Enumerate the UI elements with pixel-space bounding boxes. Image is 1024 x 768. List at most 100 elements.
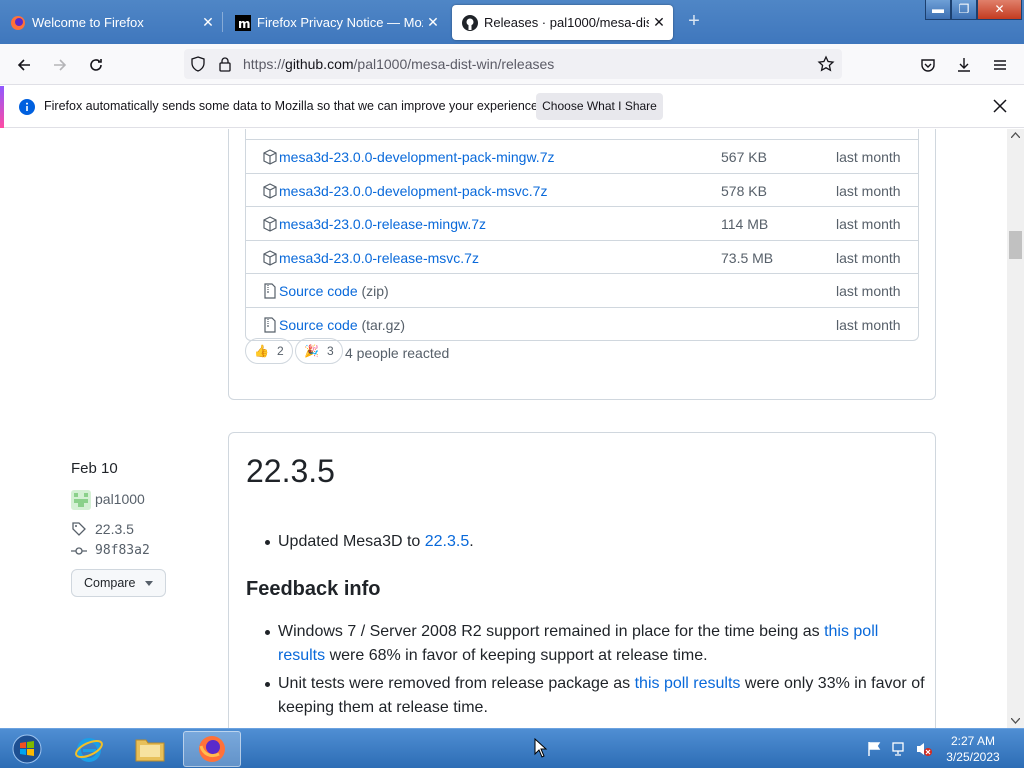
release-author[interactable]: pal1000 — [95, 491, 145, 507]
firefox-taskbar[interactable] — [183, 731, 241, 767]
svg-text:m: m — [238, 17, 251, 31]
windows-taskbar: 2:27 AM 3/25/2023 — [0, 728, 1024, 768]
note-text: . — [469, 533, 474, 550]
note-text: Updated Mesa3D to — [278, 533, 425, 550]
close-tab-icon[interactable]: ✕ — [423, 14, 443, 31]
bullet — [265, 540, 270, 545]
tab-welcome[interactable]: Welcome to Firefox ✕ — [0, 5, 222, 40]
address-bar[interactable]: https://github.com/pal1000/mesa-dist-win… — [184, 49, 842, 79]
source-row[interactable]: Source code (zip) last month — [246, 273, 918, 307]
start-button[interactable] — [0, 731, 54, 767]
source-label: Source code — [279, 316, 358, 333]
internet-explorer-taskbar[interactable] — [60, 731, 118, 767]
bullet — [265, 682, 270, 687]
close-window-button[interactable]: ✕ — [977, 0, 1022, 20]
close-notification-button[interactable] — [991, 97, 1009, 115]
avatar[interactable] — [71, 490, 91, 510]
tab-releases[interactable]: Releases · pal1000/mesa-dist-win ✕ — [452, 5, 673, 40]
feedback-item: Unit tests were removed from release pac… — [278, 672, 928, 720]
tab-label: Firefox Privacy Notice — Mozilla — [257, 15, 423, 30]
bookmark-star-icon[interactable] — [817, 55, 835, 73]
asset-link[interactable]: mesa3d-23.0.0-release-mingw.7z — [279, 216, 486, 232]
tada-icon: 🎉 — [304, 344, 319, 358]
package-icon — [263, 182, 277, 199]
back-button[interactable] — [9, 50, 39, 80]
url-path: /pal1000/mesa-dist-win/releases — [353, 56, 555, 72]
asset-time: last month — [836, 249, 901, 266]
pocket-button[interactable] — [913, 50, 943, 80]
close-tab-icon[interactable]: ✕ — [198, 14, 218, 31]
compare-button[interactable]: Compare — [71, 569, 166, 597]
source-code-targz-link[interactable]: Source code (tar.gz) — [279, 317, 405, 333]
poll-link[interactable]: results — [278, 647, 325, 664]
asset-row-partial — [246, 129, 918, 139]
asset-time: last month — [836, 149, 901, 165]
feedback-item: Windows 7 / Server 2008 R2 support remai… — [278, 620, 923, 668]
package-icon — [263, 249, 277, 266]
url-text[interactable]: https://github.com/pal1000/mesa-dist-win… — [243, 56, 554, 72]
asset-row[interactable]: mesa3d-23.0.0-development-pack-msvc.7z 5… — [246, 172, 918, 207]
feedback-heading: Feedback info — [246, 578, 381, 600]
volume-muted-icon[interactable] — [915, 741, 933, 757]
notification-accent — [0, 86, 4, 128]
maximize-button[interactable]: ❐ — [951, 0, 977, 20]
asset-row[interactable]: mesa3d-23.0.0-release-msvc.7z 73.5 MB la… — [246, 239, 918, 274]
note-text: Unit tests were removed from release pac… — [278, 675, 635, 692]
minimize-button[interactable]: ▬ — [925, 0, 951, 20]
app-menu-button[interactable] — [985, 50, 1015, 80]
hamburger-menu-icon — [994, 60, 1006, 70]
source-label: Source code — [279, 283, 358, 299]
windows-logo-icon — [12, 734, 42, 764]
page-scrollbar[interactable] — [1007, 129, 1024, 728]
asset-link[interactable]: mesa3d-23.0.0-development-pack-msvc.7z — [279, 183, 547, 199]
scroll-down-arrow-icon[interactable] — [1011, 718, 1020, 724]
release-card-23-0-0: mesa3d-23.0.0-development-pack-mingw.7z … — [228, 129, 936, 400]
pocket-icon — [921, 59, 935, 72]
tag-icon — [72, 522, 86, 536]
poll-link[interactable]: this poll — [824, 623, 878, 640]
new-tab-button[interactable]: + — [683, 10, 705, 32]
reaction-thumbs-up[interactable]: 👍 2 — [245, 338, 293, 364]
source-row[interactable]: Source code (tar.gz) last month — [246, 306, 918, 341]
system-clock[interactable]: 2:27 AM 3/25/2023 — [940, 733, 1006, 765]
scroll-up-arrow-icon[interactable] — [1011, 132, 1020, 138]
tab-separator — [222, 12, 223, 32]
file-zip-icon — [264, 316, 276, 333]
internet-explorer-icon — [75, 738, 103, 762]
close-tab-icon[interactable]: ✕ — [649, 14, 669, 31]
reaction-count: 3 — [326, 344, 334, 358]
release-commit[interactable]: 98f83a2 — [95, 543, 150, 558]
scrollbar-thumb[interactable] — [1009, 231, 1022, 259]
forward-button[interactable] — [45, 50, 75, 80]
release-note-item: Updated Mesa3D to 22.3.5. — [278, 530, 474, 554]
lock-icon[interactable] — [218, 56, 232, 72]
mouse-cursor-icon — [534, 738, 548, 758]
network-icon[interactable] — [891, 741, 907, 757]
asset-link[interactable]: mesa3d-23.0.0-development-pack-mingw.7z — [279, 149, 554, 165]
file-explorer-taskbar[interactable] — [121, 731, 179, 767]
action-center-flag-icon[interactable] — [866, 741, 882, 757]
navigation-toolbar: https://github.com/pal1000/mesa-dist-win… — [0, 44, 1024, 85]
data-notification-bar: Firefox automatically sends some data to… — [0, 86, 1024, 128]
source-code-zip-link[interactable]: Source code (zip) — [279, 283, 389, 299]
choose-what-i-share-button[interactable]: Choose What I Share — [536, 93, 663, 120]
asset-size: 567 KB — [721, 149, 767, 165]
asset-link[interactable]: mesa3d-23.0.0-release-msvc.7z — [279, 250, 479, 266]
downloads-button[interactable] — [949, 50, 979, 80]
tracking-protection-shield-icon[interactable] — [190, 56, 206, 72]
reload-icon — [90, 59, 102, 71]
reload-button[interactable] — [81, 50, 111, 80]
release-title[interactable]: 22.3.5 — [246, 453, 335, 490]
mesa-version-link[interactable]: 22.3.5 — [425, 533, 469, 550]
asset-row[interactable]: mesa3d-23.0.0-release-mingw.7z 114 MB la… — [246, 206, 918, 240]
poll-link[interactable]: this poll results — [635, 675, 741, 692]
tab-privacy-notice[interactable]: m Firefox Privacy Notice — Mozilla ✕ — [225, 5, 447, 40]
reaction-tada[interactable]: 🎉 3 — [295, 338, 343, 364]
compare-label: Compare — [84, 576, 136, 590]
thumbs-up-icon: 👍 — [254, 344, 269, 358]
release-tag[interactable]: 22.3.5 — [95, 521, 134, 537]
tab-label: Releases · pal1000/mesa-dist-win — [484, 15, 649, 30]
url-host: github.com — [285, 56, 354, 72]
mozilla-m-icon: m — [235, 14, 251, 31]
asset-row[interactable]: mesa3d-23.0.0-development-pack-mingw.7z … — [246, 139, 918, 173]
